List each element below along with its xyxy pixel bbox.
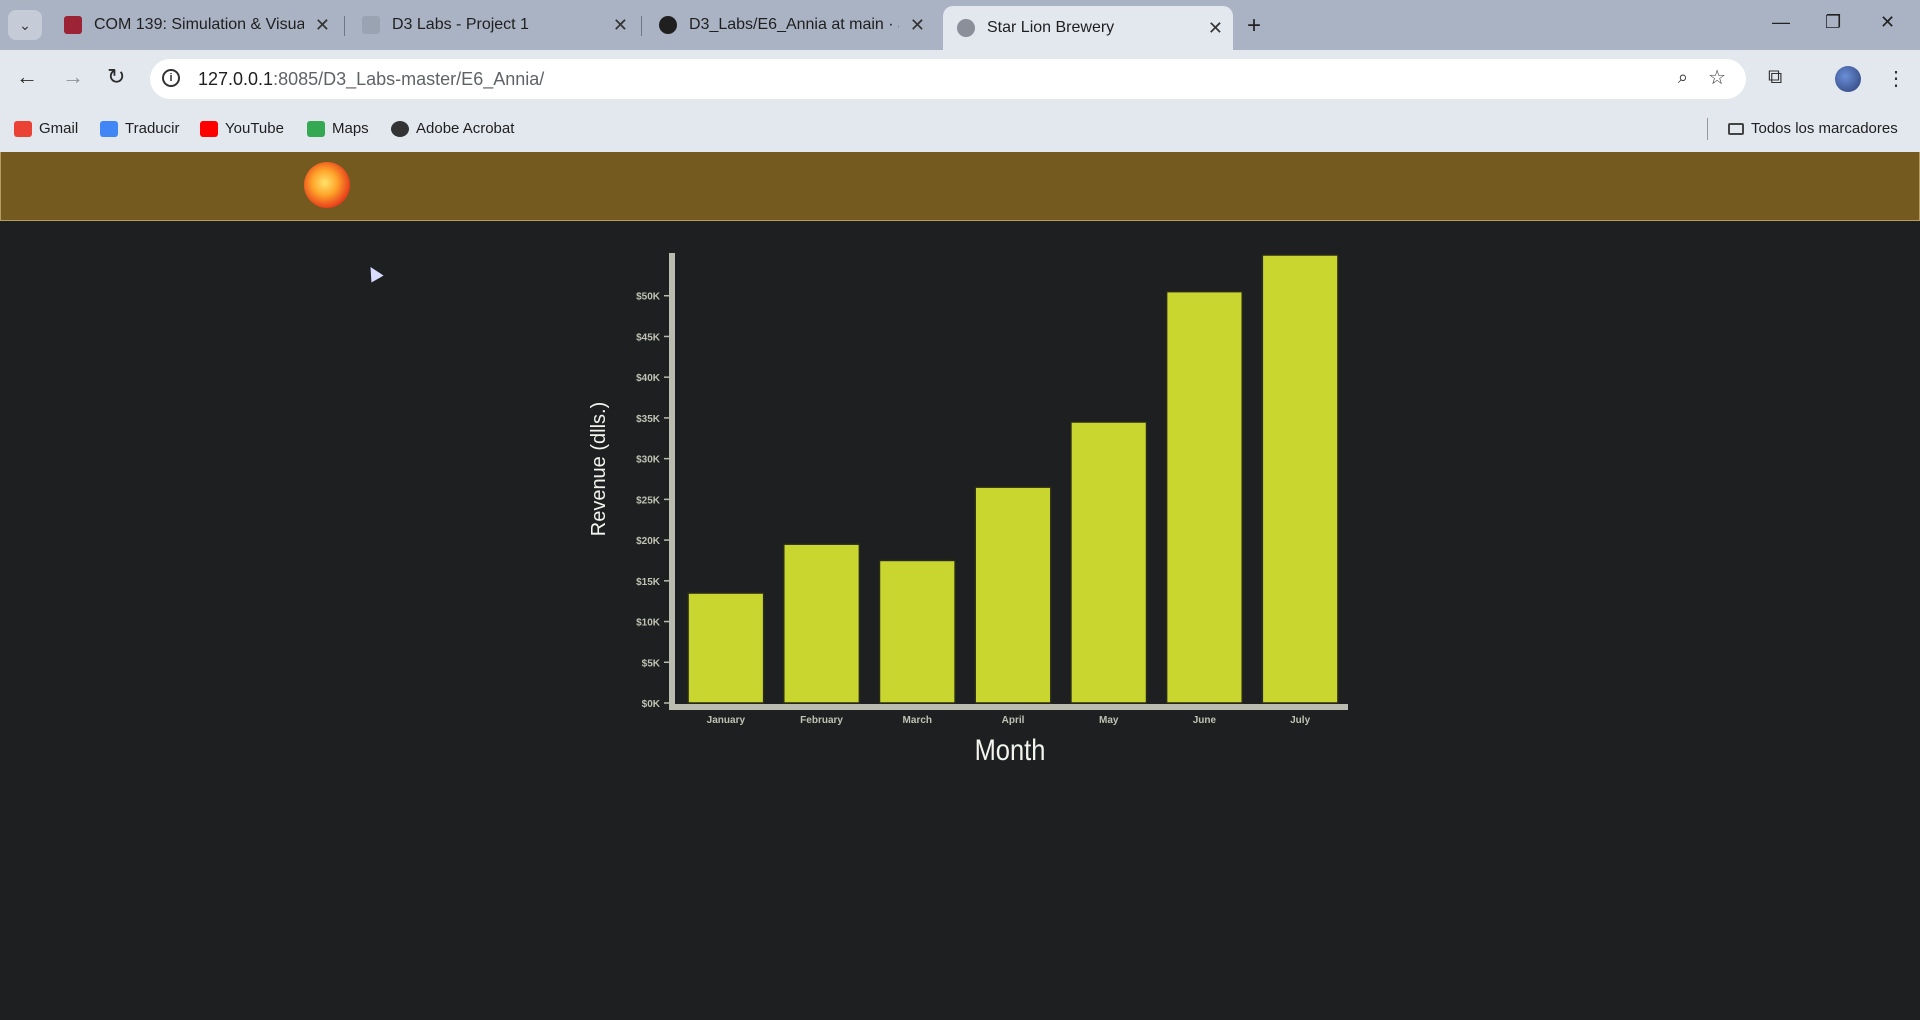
gmail-icon: [14, 120, 32, 137]
github-icon: [659, 16, 677, 34]
tab-search-button[interactable]: ⌄: [8, 10, 42, 40]
bookmark-youtube[interactable]: YouTube: [200, 120, 284, 137]
bookmark-label: YouTube: [225, 120, 284, 137]
y-axis-title: Revenue (dlls.): [588, 402, 610, 537]
tab-title: D3 Labs - Project 1: [392, 16, 529, 33]
address-bar[interactable]: i 127.0.0.1:8085/D3_Labs-master/E6_Annia…: [150, 59, 1746, 99]
maps-icon: [307, 120, 325, 137]
bookmark-maps[interactable]: Maps: [307, 120, 369, 137]
bookmarks-separator: [1707, 118, 1708, 140]
revenue-bar-chart: $0K $5K $10K $15K $20K $25K $30K $35K $40K $45K $5…: [588, 253, 1348, 766]
x-tick-label: June: [1193, 715, 1217, 726]
site-header: [0, 152, 1920, 221]
y-tick-label: $20K: [636, 536, 661, 547]
y-tick-label: $45K: [636, 332, 661, 343]
globe-icon: [391, 120, 409, 137]
y-tick-label: $35K: [636, 414, 661, 425]
address-url: 127.0.0.1:8085/D3_Labs-master/E6_Annia/: [198, 69, 545, 89]
y-tick-label: $15K: [636, 577, 661, 588]
forward-icon[interactable]: →: [62, 64, 84, 90]
bookmark-label: Maps: [332, 120, 369, 137]
bookmark-label: Todos los marcadores: [1751, 120, 1898, 137]
tab-separator: [344, 16, 345, 36]
bar-february: [783, 543, 861, 704]
x-tick-label: February: [800, 715, 843, 726]
tab-separator: [641, 16, 642, 36]
minimize-icon[interactable]: —: [1772, 12, 1790, 33]
tab-d3-labs-project[interactable]: D3 Labs - Project 1 ✕: [348, 8, 638, 42]
x-tick-label: May: [1099, 715, 1119, 726]
bar-march: [878, 559, 956, 704]
restore-icon[interactable]: ❐: [1825, 12, 1841, 33]
site-info-icon[interactable]: i: [162, 69, 180, 87]
tab-title: Star Lion Brewery: [987, 19, 1115, 36]
y-tick-label: $10K: [636, 618, 661, 629]
bar-january: [687, 592, 765, 704]
folder-icon: [1728, 122, 1744, 135]
star-lion-logo[interactable]: [304, 162, 350, 208]
tab-strip: ⌄ COM 139: Simulation & Visualiz ✕ D3 La…: [0, 0, 1920, 50]
bookmark-star-icon[interactable]: ☆: [1708, 65, 1726, 90]
tab-com139[interactable]: COM 139: Simulation & Visualiz ✕: [50, 8, 340, 42]
tab-star-lion-brewery[interactable]: Star Lion Brewery ✕: [943, 6, 1233, 50]
tab-favicon-icon: [362, 16, 380, 34]
profile-avatar[interactable]: [1835, 66, 1861, 92]
y-tick-label: $5K: [642, 658, 661, 669]
bookmarks-bar: Gmail Traducir YouTube Maps Adobe Acroba…: [0, 108, 1920, 153]
reload-icon[interactable]: ↻: [107, 64, 125, 90]
tab-title: D3_Labs/E6_Annia at main · anni: [689, 16, 899, 33]
y-tick-label: $40K: [636, 373, 661, 384]
y-tick-label: $25K: [636, 495, 661, 506]
tab-github[interactable]: D3_Labs/E6_Annia at main · anni ✕: [645, 8, 935, 42]
bar-july: [1261, 254, 1339, 704]
x-axis-title: Month: [975, 733, 1046, 766]
bookmark-label: Gmail: [39, 120, 79, 137]
tab-title: COM 139: Simulation & Visualiz: [94, 16, 304, 33]
bar-june: [1165, 290, 1243, 704]
globe-icon: [957, 19, 975, 37]
x-tick-label: April: [1002, 715, 1025, 726]
new-tab-button[interactable]: +: [1247, 12, 1261, 40]
close-icon[interactable]: ✕: [315, 15, 330, 36]
x-tick-label: July: [1290, 715, 1310, 726]
zoom-icon[interactable]: ⌕: [1678, 67, 1688, 88]
x-tick-label: January: [707, 715, 746, 726]
more-menu-icon[interactable]: ⋮: [1886, 66, 1906, 91]
youtube-icon: [200, 120, 218, 137]
bookmark-label: Adobe Acrobat: [416, 120, 515, 137]
close-icon[interactable]: ✕: [910, 15, 925, 36]
close-icon[interactable]: ✕: [1208, 18, 1223, 39]
close-icon[interactable]: ✕: [613, 15, 628, 36]
mouse-cursor-icon: [364, 263, 384, 283]
translate-icon: [100, 120, 118, 137]
y-tick-label: $50K: [636, 292, 661, 303]
all-bookmarks-button[interactable]: Todos los marcadores: [1728, 120, 1898, 137]
y-tick-label: $0K: [642, 699, 661, 710]
y-tick-label: $30K: [636, 455, 661, 466]
close-window-icon[interactable]: ✕: [1880, 12, 1895, 33]
extensions-icon[interactable]: ⧉: [1768, 66, 1782, 89]
bookmark-gmail[interactable]: Gmail: [14, 120, 78, 137]
bar-may: [1070, 421, 1148, 704]
bookmark-traducir[interactable]: Traducir: [100, 120, 179, 137]
browser-toolbar: ← → ↻ i 127.0.0.1:8085/D3_Labs-master/E6…: [0, 50, 1920, 108]
bar-april: [974, 486, 1052, 704]
tab-favicon-icon: [64, 16, 82, 34]
bookmark-adobe-acrobat[interactable]: Adobe Acrobat: [391, 120, 514, 137]
x-tick-label: March: [903, 715, 932, 726]
chevron-down-icon: ⌄: [19, 16, 31, 33]
bookmark-label: Traducir: [125, 120, 180, 137]
back-icon[interactable]: ←: [16, 64, 38, 90]
